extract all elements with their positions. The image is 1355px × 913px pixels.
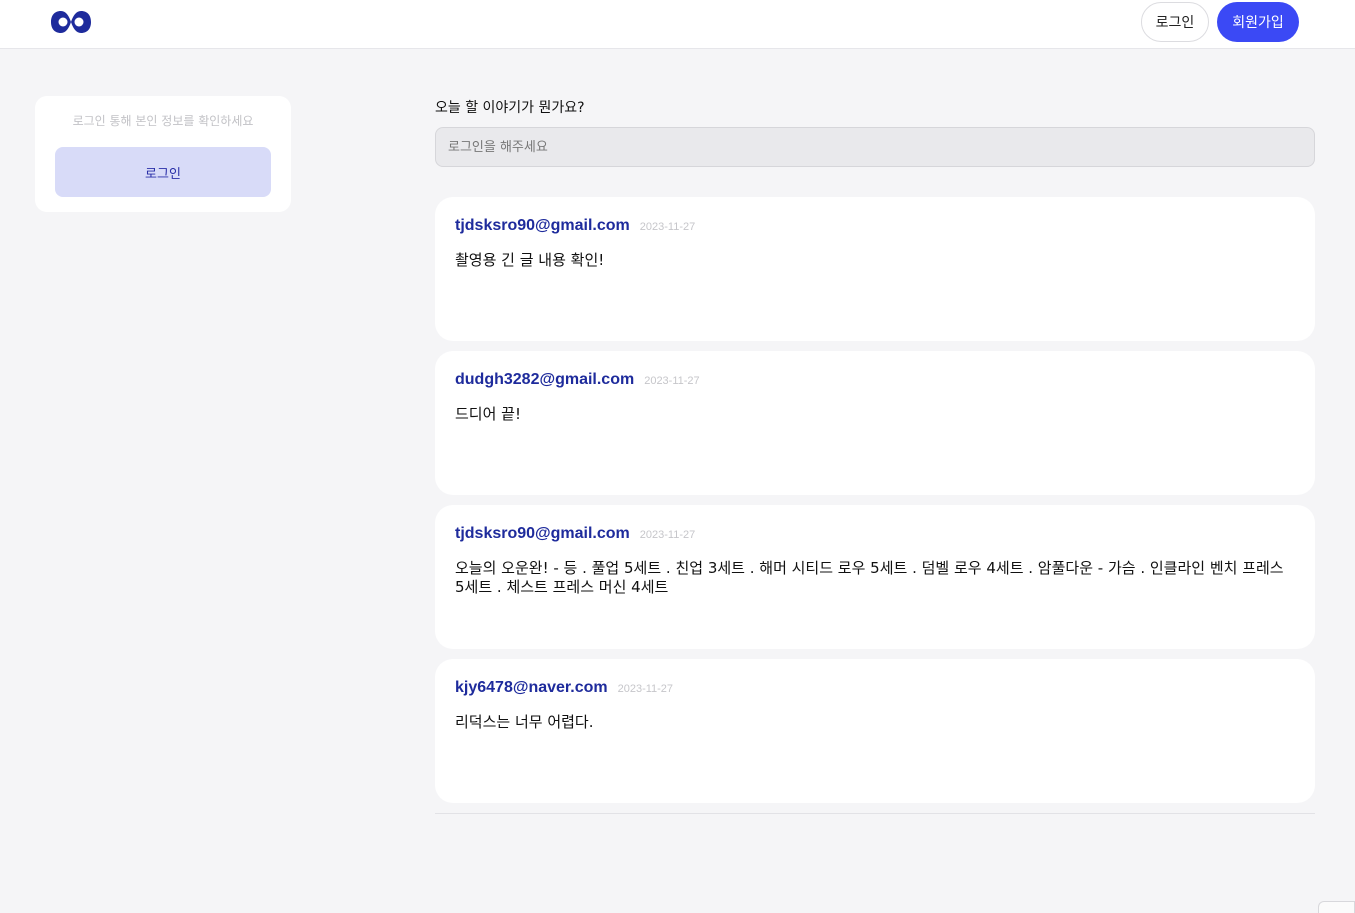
top-navbar: 로그인 회원가입	[0, 0, 1355, 49]
post-date: 2023-11-27	[644, 375, 700, 387]
post-body: 드디어 끝!	[455, 405, 521, 423]
post-author[interactable]: dudgh3282@gmail.com 2023-11-27	[455, 371, 700, 389]
post-card: tjdsksro90@gmail.com 2023-11-27 촬영용 긴 글 내…	[435, 197, 1315, 341]
feed-divider	[435, 813, 1315, 814]
post-author-email[interactable]: tjdsksro90@gmail.com	[455, 525, 630, 542]
post-card: tjdsksro90@gmail.com 2023-11-27 오늘의 오운완! …	[435, 505, 1315, 649]
post-date: 2023-11-27	[617, 683, 674, 695]
profile-card: 로그인 통해 본인 정보를 확인하세요 로그인	[35, 96, 291, 212]
signup-button[interactable]: 회원가입	[1217, 2, 1299, 42]
profile-hint: 로그인 통해 본인 정보를 확인하세요	[72, 114, 254, 128]
compose-title: 오늘 할 이야기가 뭔가요?	[435, 100, 585, 116]
login-button[interactable]: 로그인	[1141, 2, 1209, 42]
post-body: 촬영용 긴 글 내용 확인!	[455, 251, 605, 269]
post-date: 2023-11-27	[639, 221, 696, 233]
post-author-email[interactable]: kjy6478@naver.com	[455, 679, 608, 696]
compose-input[interactable]	[435, 127, 1315, 167]
infinity-logo-icon[interactable]	[50, 9, 92, 35]
sidebar-login-button[interactable]: 로그인	[55, 147, 271, 197]
post-author[interactable]: tjdsksro90@gmail.com 2023-11-27	[455, 525, 695, 543]
post-body: 오늘의 오운완! - 등 . 풀업 5세트 . 친업 3세트 . 해머 시티드 …	[455, 559, 1284, 596]
post-card: kjy6478@naver.com 2023-11-27 리덕스는 너무 어렵다.	[435, 659, 1315, 803]
post-author[interactable]: kjy6478@naver.com 2023-11-27	[455, 679, 673, 697]
post-date: 2023-11-27	[639, 529, 696, 541]
post-author[interactable]: tjdsksro90@gmail.com 2023-11-27	[455, 217, 695, 235]
post-author-email[interactable]: dudgh3282@gmail.com	[455, 371, 634, 388]
corner-widget[interactable]	[1318, 901, 1355, 913]
post-body: 리덕스는 너무 어렵다.	[455, 713, 594, 731]
post-card: dudgh3282@gmail.com 2023-11-27 드디어 끝!	[435, 351, 1315, 495]
post-author-email[interactable]: tjdsksro90@gmail.com	[455, 217, 630, 234]
